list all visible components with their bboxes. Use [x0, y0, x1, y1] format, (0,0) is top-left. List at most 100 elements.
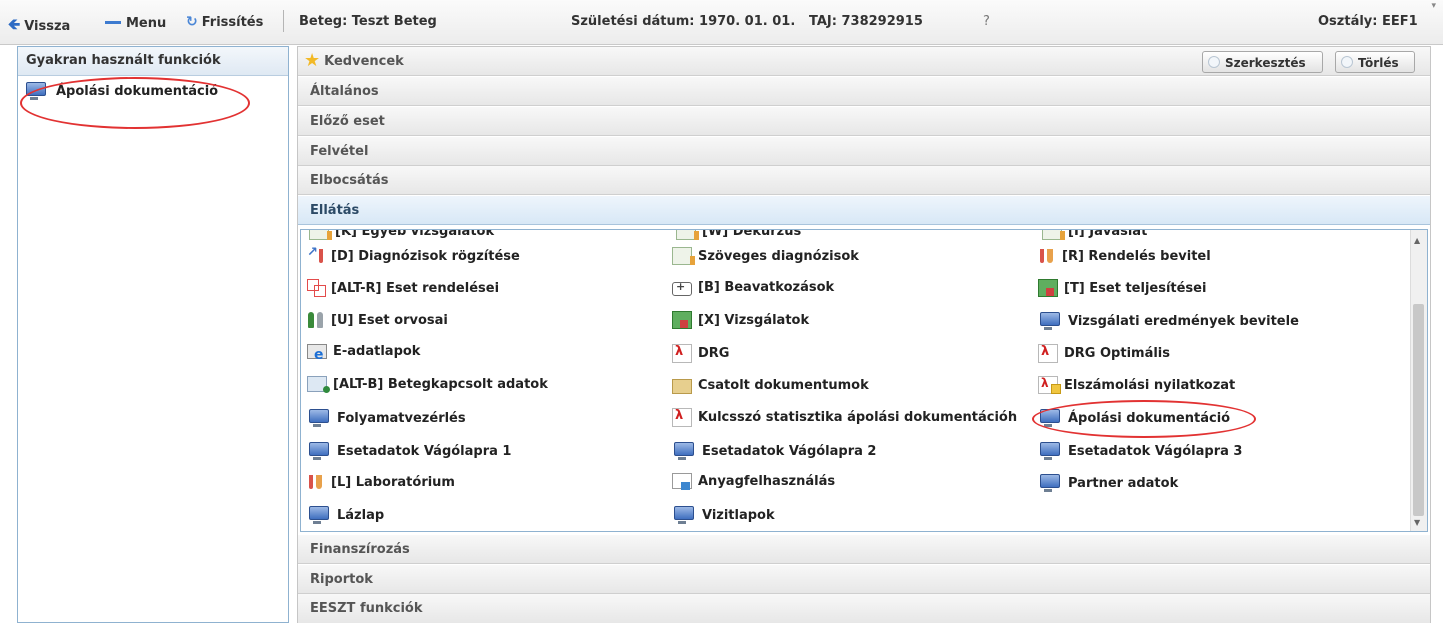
- function-item-elszamolasi-nyilatkozat[interactable]: Elszámolási nyilatkozat: [1038, 376, 1235, 394]
- back-button[interactable]: 🡸 Vissza: [8, 14, 70, 39]
- function-item-label: Elszámolási nyilatkozat: [1064, 377, 1236, 393]
- function-item-vizsgalati-eredmenyek[interactable]: Vizsgálati eredmények bevitele: [1038, 311, 1299, 331]
- function-item-javaslat[interactable]: [I] Javaslat: [1042, 229, 1148, 240]
- edit-button-label: Szerkesztés: [1225, 56, 1306, 70]
- monitor-icon: [309, 409, 329, 427]
- function-item-label: E-adatlapok: [333, 344, 421, 359]
- frequent-item-nursing-documentation[interactable]: Ápolási dokumentáció: [24, 81, 218, 101]
- monitor-icon: [1040, 312, 1060, 330]
- function-item-label: Anyagfelhasználás: [698, 473, 836, 489]
- function-item-csatolt-dokumentumok[interactable]: Csatolt dokumentumok: [672, 376, 869, 394]
- function-item-label: [X] Vizsgálatok: [698, 312, 810, 328]
- help-icon[interactable]: ?: [983, 14, 990, 29]
- radio-icon: [1208, 56, 1220, 68]
- function-item-apolasi-dokumentacio[interactable]: Ápolási dokumentáció: [1038, 408, 1230, 428]
- menu-label: Menu: [126, 15, 167, 31]
- ellatas-content: [K] Egyéb vizsgálatok [W] Dekurzus [I] J…: [300, 229, 1428, 532]
- function-item-label: [U] Eset orvosai: [331, 312, 448, 328]
- section-header-finanszirozas[interactable]: Finanszírozás: [298, 535, 1430, 564]
- collapse-arrow-icon[interactable]: ▾: [1431, 1, 1436, 11]
- function-item-vagolapra-1[interactable]: Esetadatok Vágólapra 1: [307, 441, 511, 461]
- scroll-down-icon[interactable]: ▼: [1414, 518, 1420, 527]
- patient-name: Beteg: Teszt Beteg: [299, 14, 437, 29]
- section-header-felvetel[interactable]: Felvétel: [298, 137, 1430, 166]
- folder-icon: [672, 379, 692, 394]
- function-item-label: [I] Javaslat: [1068, 229, 1148, 239]
- delete-favorites-button[interactable]: Törlés: [1335, 51, 1415, 73]
- scrollbar-thumb[interactable]: [1413, 304, 1424, 516]
- function-item-label: [B] Beavatkozások: [698, 280, 835, 295]
- function-item-beavatkozasok[interactable]: [B] Beavatkozások: [672, 279, 834, 296]
- function-item-label: Csatolt dokumentumok: [698, 377, 869, 393]
- section-header-riportok[interactable]: Riportok: [298, 565, 1430, 594]
- section-header-ellatas[interactable]: Ellátás: [298, 196, 1430, 225]
- function-item-dekurzus[interactable]: [W] Dekurzus: [676, 230, 801, 240]
- function-item-laboratorium[interactable]: [L] Laboratórium: [307, 473, 455, 491]
- edit-favorites-button[interactable]: Szerkesztés: [1202, 51, 1323, 73]
- function-item-vizsgalatok[interactable]: [X] Vizsgálatok: [672, 311, 809, 329]
- function-item-vagolapra-2[interactable]: Esetadatok Vágólapra 2: [672, 441, 876, 461]
- function-item-betegkapcsolt-adatok[interactable]: [ALT-B] Betegkapcsolt adatok: [307, 376, 548, 393]
- doctors-icon: [307, 311, 325, 329]
- monitor-icon: [674, 442, 694, 460]
- section-header-elbocsatas[interactable]: Elbocsátás: [298, 166, 1430, 195]
- function-item-szoveges-diagnozisok[interactable]: Szöveges diagnózisok: [672, 247, 859, 265]
- frequent-item-label: Ápolási dokumentáció: [56, 83, 219, 99]
- function-item-label: [T] Eset teljesítései: [1064, 280, 1207, 296]
- function-item-drg[interactable]: DRG: [672, 344, 729, 363]
- function-item-rendeles-bevitel[interactable]: [R] Rendelés bevitel: [1038, 247, 1211, 265]
- taj-number: TAJ: 738292915: [809, 14, 923, 29]
- pdf-icon: [672, 344, 692, 363]
- delete-button-label: Törlés: [1358, 56, 1399, 70]
- pdf-statement-icon: [1038, 376, 1061, 394]
- section-header-altalanos[interactable]: Általános: [298, 77, 1430, 106]
- function-item-label: Lázlap: [337, 507, 385, 523]
- function-item-label: Esetadatok Vágólapra 1: [337, 443, 512, 459]
- toolbar-divider: [283, 10, 284, 32]
- refresh-button[interactable]: ↻ Frissítés: [186, 14, 263, 30]
- function-item-label: Ápolási dokumentáció: [1068, 410, 1231, 426]
- vertical-scrollbar[interactable]: ▲ ▼: [1410, 230, 1427, 531]
- menu-icon: [104, 14, 122, 32]
- function-item-label: [D] Diagnózisok rögzítése: [331, 248, 520, 264]
- monitor-icon: [309, 506, 329, 524]
- function-item-kulcsszo-statisztika[interactable]: Kulcsszó statisztika ápolási dokumentáci…: [672, 408, 1017, 427]
- monitor-icon: [1040, 442, 1060, 460]
- function-item-vizitlapok[interactable]: Vizitlapok: [672, 505, 775, 525]
- section-header-eeszt-funkciok[interactable]: EESZT funkciók: [298, 594, 1430, 623]
- function-item-folyamatvezerles[interactable]: Folyamatvezérlés: [307, 408, 466, 428]
- function-item-eset-rendelesei[interactable]: [ALT-R] Eset rendelései: [307, 279, 499, 297]
- function-item-label: Vizsgálati eredmények bevitele: [1068, 313, 1299, 329]
- e-form-icon: [307, 344, 327, 363]
- section-header-elozo-eset[interactable]: Előző eset: [298, 107, 1430, 136]
- function-item-label: [ALT-B] Betegkapcsolt adatok: [333, 376, 548, 392]
- function-item-label: DRG: [698, 346, 730, 361]
- function-item-label: Szöveges diagnózisok: [698, 248, 859, 264]
- function-item-label: Folyamatvezérlés: [337, 410, 466, 426]
- diagnosis-icon: [307, 245, 325, 265]
- document-icon: [1042, 230, 1065, 240]
- function-item-diagnozisok[interactable]: [D] Diagnózisok rögzítése: [307, 245, 520, 265]
- function-item-eset-orvosai[interactable]: [U] Eset orvosai: [307, 311, 448, 329]
- pdf-icon: [1038, 344, 1058, 363]
- function-item-eset-teljesitesei[interactable]: [T] Eset teljesítései: [1038, 279, 1206, 297]
- function-item-anyagfelhasznalas[interactable]: Anyagfelhasználás: [672, 473, 836, 490]
- monitor-icon: [26, 82, 46, 100]
- function-item-drg-optimalis[interactable]: DRG Optimális: [1038, 344, 1170, 363]
- function-item-egyeb-vizsgalatok[interactable]: [K] Egyéb vizsgálatok: [309, 230, 494, 240]
- back-arrow-icon: 🡸: [8, 15, 21, 33]
- monitor-icon: [309, 442, 329, 460]
- test-tubes-icon: [307, 473, 325, 491]
- monitor-icon: [674, 506, 694, 524]
- function-item-lazlap[interactable]: Lázlap: [307, 505, 384, 525]
- function-item-vagolapra-3[interactable]: Esetadatok Vágólapra 3: [1038, 441, 1242, 461]
- patient-data-icon: [307, 376, 330, 393]
- function-item-label: Partner adatok: [1068, 475, 1179, 491]
- function-item-label: [R] Rendelés bevitel: [1062, 248, 1211, 264]
- function-item-e-adatlapok[interactable]: E-adatlapok: [307, 344, 421, 363]
- scroll-up-icon[interactable]: ▲: [1414, 236, 1420, 245]
- menu-button[interactable]: Menu: [104, 14, 166, 32]
- orders-icon: [307, 279, 326, 297]
- function-item-partner-adatok[interactable]: Partner adatok: [1038, 473, 1178, 493]
- functions-accordion: ★ Kedvencek Szerkesztés Törlés Általános…: [297, 46, 1431, 623]
